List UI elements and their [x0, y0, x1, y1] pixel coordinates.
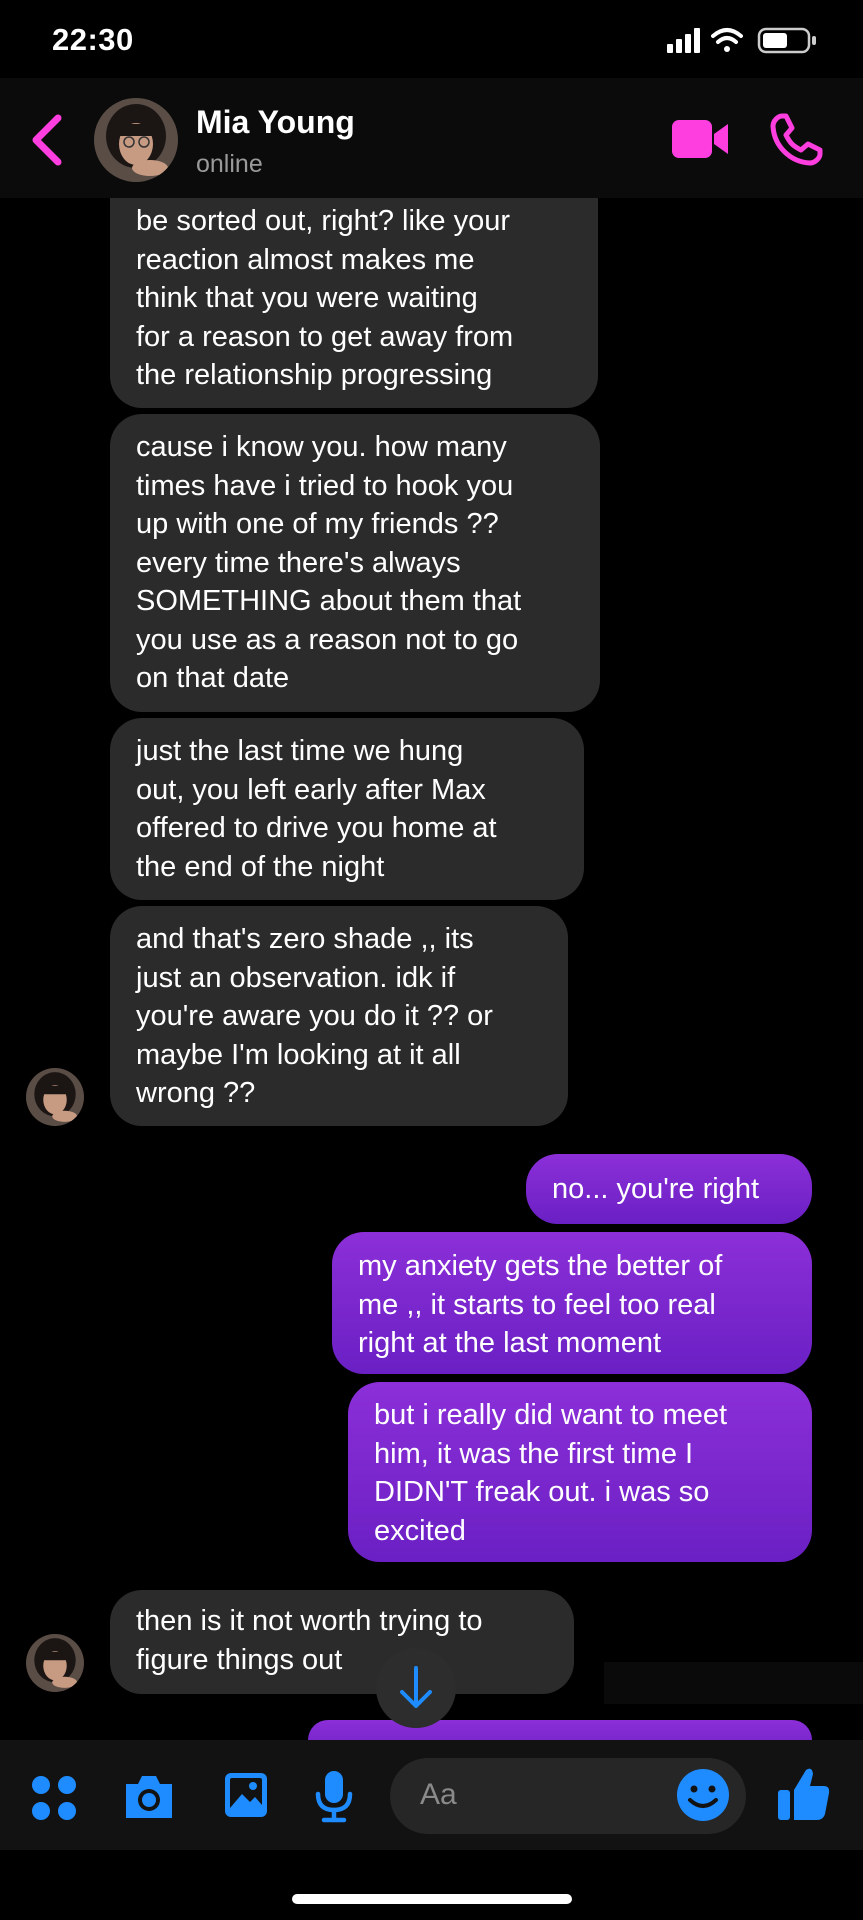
battery-icon	[757, 27, 816, 54]
sender-avatar[interactable]	[26, 1068, 84, 1126]
message-line: offered to drive you home at	[136, 812, 497, 844]
message-line: my anxiety gets the better of	[358, 1250, 723, 1282]
home-indicator[interactable]	[292, 1894, 572, 1904]
signal-icon	[667, 28, 700, 53]
message-line: right at the last moment	[358, 1327, 662, 1359]
message-outgoing[interactable]: but i really did want to meet him, it wa…	[348, 1382, 812, 1562]
camera-icon[interactable]	[122, 1772, 176, 1820]
message-incoming[interactable]: just the last time we hung out, you left…	[110, 718, 584, 900]
message-line: times have i tried to hook you	[136, 469, 514, 502]
image-icon[interactable]	[222, 1770, 270, 1820]
message-line: every time there's always	[136, 546, 461, 579]
message-line: on that date	[136, 662, 290, 694]
message-line: maybe I'm looking at it all	[136, 1038, 461, 1071]
composer-bar: Aa	[0, 1740, 863, 1850]
status-time: 22:30	[52, 22, 134, 57]
message-line: think that you were waiting	[136, 282, 478, 314]
message-line: excited	[374, 1514, 466, 1547]
sender-avatar[interactable]	[26, 1634, 84, 1692]
message-line: out, you left early after Max	[136, 773, 486, 806]
chat-header: Mia Young online	[0, 78, 863, 198]
message-line: you're aware you do it ?? or	[136, 1000, 493, 1032]
message-line: but i really did want to meet	[374, 1399, 728, 1431]
thumbs-up-icon[interactable]	[776, 1764, 832, 1824]
phone-icon[interactable]	[768, 112, 824, 168]
message-outgoing[interactable]: my anxiety gets the better of me ,, it s…	[332, 1232, 812, 1374]
arrow-down-icon	[400, 1666, 432, 1708]
back-chevron-icon[interactable]	[24, 112, 68, 168]
status-icons	[667, 27, 816, 54]
message-line: cause i know you. how many	[136, 431, 507, 463]
message-line: the relationship progressing	[136, 359, 493, 391]
message-line: up with one of my friends ??	[136, 508, 499, 540]
message-line: DIDN'T freak out. i was so	[374, 1476, 710, 1508]
message-line: the end of the night	[136, 850, 385, 883]
message-line: me ,, it starts to feel too real	[358, 1288, 716, 1321]
apps-icon[interactable]	[30, 1774, 78, 1822]
emoji-icon[interactable]	[674, 1766, 732, 1824]
message-line: just the last time we hung	[136, 735, 464, 767]
video-camera-icon[interactable]	[670, 116, 732, 162]
message-incoming[interactable]: then is it not worth trying to figure th…	[110, 1590, 574, 1694]
contact-avatar[interactable]	[94, 98, 178, 182]
message-line: wrong ??	[136, 1077, 256, 1109]
message-line: be sorted out, right? like your	[136, 205, 510, 237]
message-line: and that's zero shade ,, its	[136, 923, 474, 955]
wifi-icon	[711, 28, 743, 52]
message-line: him, it was the first time I	[374, 1437, 694, 1470]
message-outgoing[interactable]: no... you're right	[526, 1154, 812, 1224]
microphone-icon[interactable]	[312, 1768, 356, 1824]
message-line: then is it not worth trying to	[136, 1605, 483, 1637]
overlay-strip	[604, 1662, 863, 1704]
message-line: just an observation. idk if	[136, 961, 456, 994]
message-line: reaction almost makes me	[136, 243, 475, 276]
scroll-to-bottom-button[interactable]	[376, 1648, 456, 1728]
message-incoming[interactable]: be sorted out, right? like your reaction…	[110, 198, 598, 408]
message-line: SOMETHING about them that	[136, 585, 522, 617]
message-line: for a reason to get away from	[136, 320, 514, 353]
message-line: figure things out	[136, 1643, 343, 1676]
message-input[interactable]: Aa	[390, 1758, 746, 1834]
contact-name[interactable]: Mia Young	[196, 104, 355, 141]
message-line: no... you're right	[552, 1173, 760, 1205]
message-incoming[interactable]: cause i know you. how many times have i …	[110, 414, 600, 712]
message-line: you use as a reason not to go	[136, 623, 519, 656]
contact-status: online	[196, 150, 263, 178]
message-input-placeholder: Aa	[420, 1778, 457, 1811]
message-incoming[interactable]: and that's zero shade ,, its just an obs…	[110, 906, 568, 1126]
